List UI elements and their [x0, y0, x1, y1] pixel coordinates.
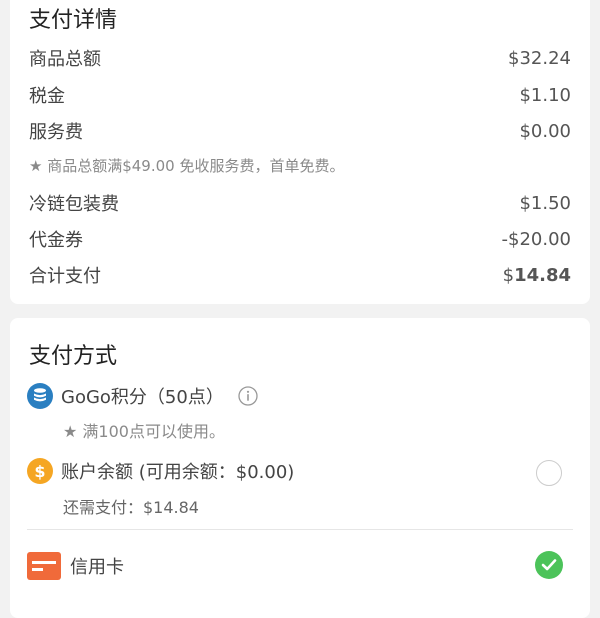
total-row: 合计支付 $14.84 [29, 260, 571, 290]
payment-methods-card: 支付方式 GoGo积分（50点） ★ 满100点可以使用。 $ 账户余额 (可用… [10, 318, 590, 618]
dollar-coin-icon: $ [27, 458, 53, 484]
subtotal-row: 商品总额 $32.24 [29, 43, 571, 73]
database-coins-icon [27, 383, 53, 409]
tax-row: 税金 $1.10 [29, 80, 571, 110]
subtotal-label: 商品总额 [29, 49, 101, 70]
credit-card-label: 信用卡 [70, 557, 124, 578]
balance-label: 账户余额 (可用余额：$0.00) [61, 462, 295, 483]
voucher-label: 代金券 [29, 230, 83, 251]
total-currency: $ [502, 264, 515, 286]
tax-value: $1.10 [519, 84, 571, 106]
voucher-value: -$20.00 [501, 228, 571, 250]
divider [27, 529, 573, 530]
payment-details-card: 支付详情 商品总额 $32.24 税金 $1.10 服务费 $0.00 ★ 商品… [10, 0, 590, 304]
points-note: ★ 满100点可以使用。 [63, 422, 225, 441]
balance-remaining: 还需支付：$14.84 [63, 498, 199, 517]
voucher-row: 代金券 -$20.00 [29, 224, 571, 254]
payment-methods-title: 支付方式 [29, 344, 118, 369]
payment-details-title: 支付详情 [29, 8, 118, 33]
points-option[interactable]: GoGo积分（50点） [27, 383, 571, 409]
balance-option[interactable]: $ 账户余额 (可用余额：$0.00) [27, 458, 571, 484]
service-fee-value: $0.00 [519, 120, 571, 142]
check-icon[interactable] [535, 551, 563, 579]
cold-chain-fee-row: 冷链包装费 $1.50 [29, 188, 571, 218]
service-fee-note: ★ 商品总额满$49.00 免收服务费，首单免费。 [29, 157, 345, 175]
service-fee-label: 服务费 [29, 122, 83, 143]
credit-card-option[interactable]: 信用卡 [27, 552, 571, 580]
balance-radio[interactable] [536, 460, 562, 486]
tax-label: 税金 [29, 86, 65, 107]
info-icon[interactable] [238, 386, 258, 406]
total-value: $14.84 [503, 265, 571, 286]
cold-chain-fee-value: $1.50 [519, 192, 571, 214]
points-label: GoGo积分（50点） [61, 387, 224, 408]
total-label: 合计支付 [29, 266, 101, 287]
subtotal-value: $32.24 [508, 47, 571, 69]
credit-card-icon [27, 552, 61, 580]
cold-chain-fee-label: 冷链包装费 [29, 194, 119, 215]
total-amount: 14.84 [514, 264, 571, 286]
service-fee-row: 服务费 $0.00 [29, 116, 571, 146]
